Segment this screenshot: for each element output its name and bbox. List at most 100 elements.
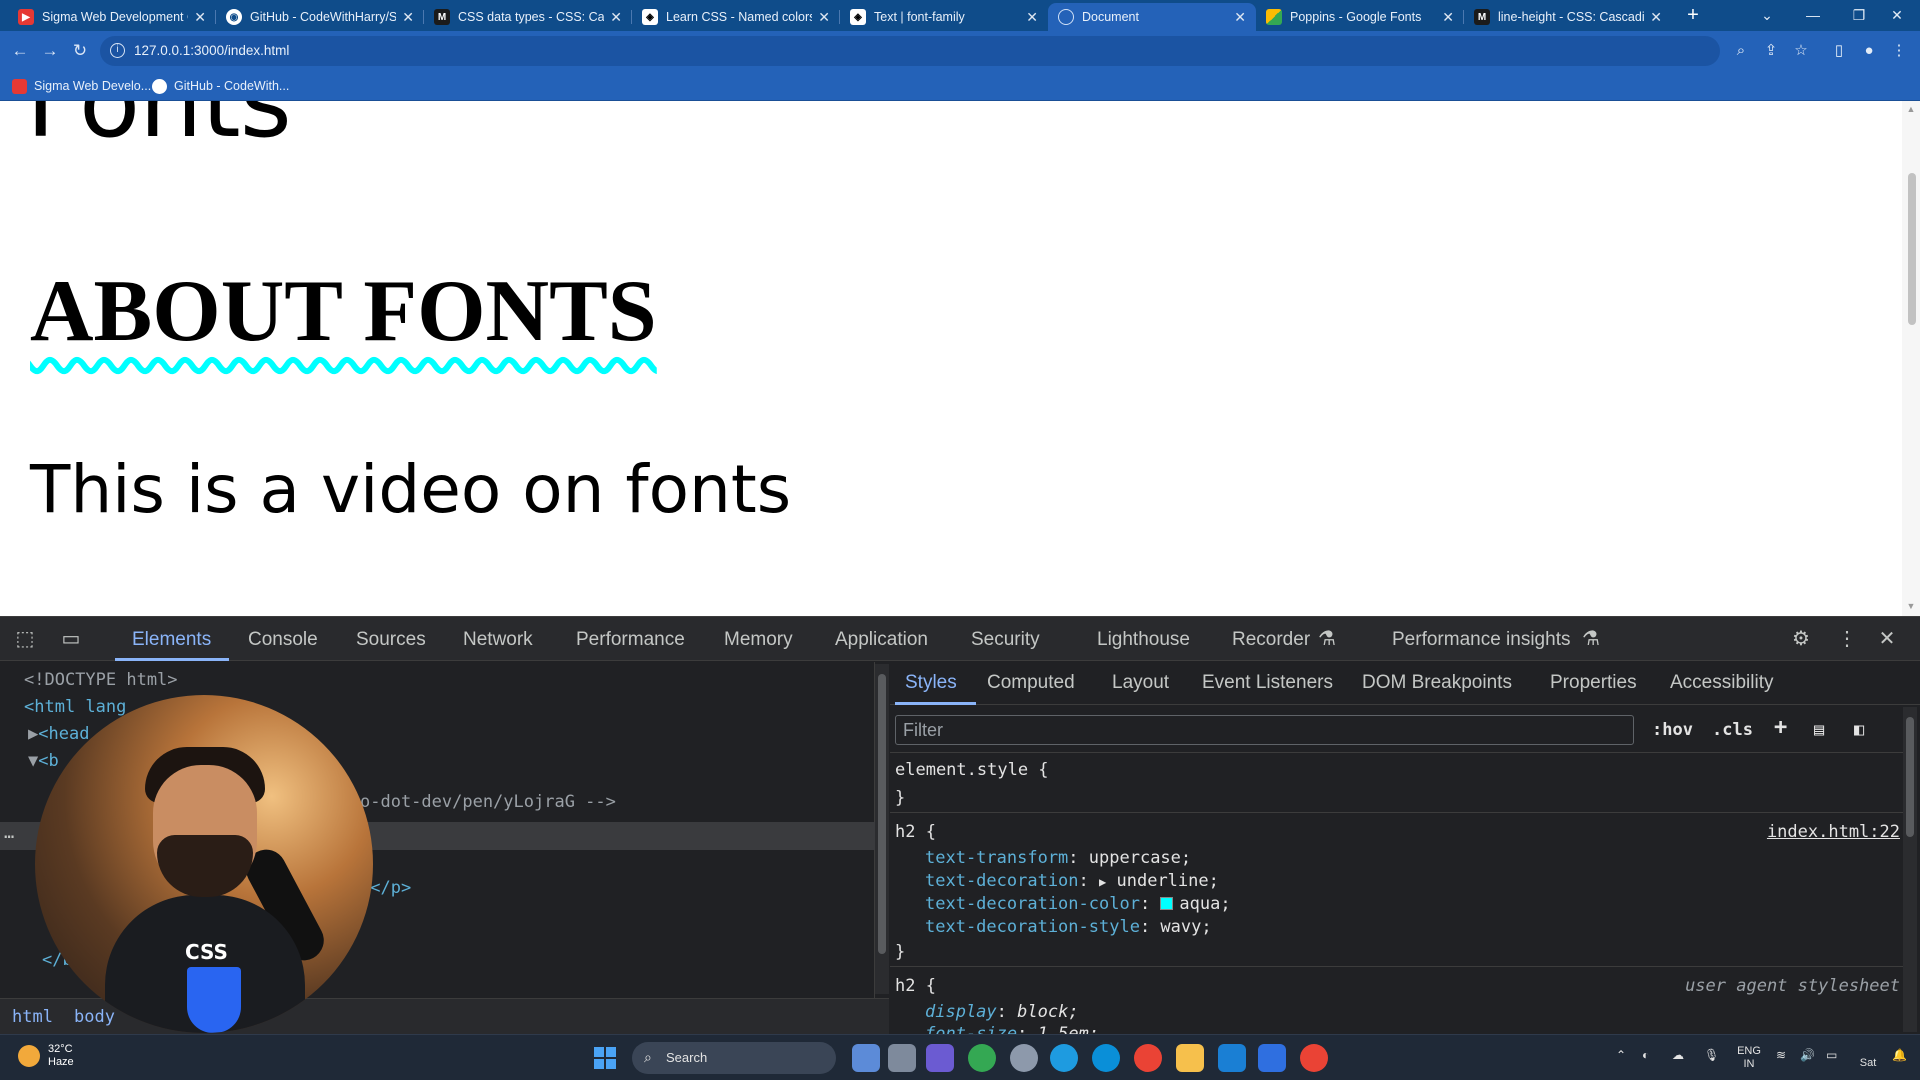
device-toolbar-icon[interactable]: ▭ bbox=[58, 627, 84, 651]
tab-css-data-types[interactable]: M CSS data types - CSS: Cascad ✕ bbox=[424, 3, 632, 31]
chrome-icon[interactable] bbox=[968, 1044, 996, 1072]
profile-icon[interactable]: ● bbox=[1858, 40, 1880, 62]
chrome-canary-icon[interactable] bbox=[1300, 1044, 1328, 1072]
breadcrumb-html[interactable]: html bbox=[12, 1007, 53, 1027]
more-icon[interactable]: … bbox=[4, 823, 14, 843]
task-view-icon[interactable] bbox=[888, 1044, 916, 1072]
notification-bell-icon[interactable]: 🔔 bbox=[1892, 1048, 1907, 1062]
taskbar-search[interactable]: ⌕ Search bbox=[632, 1042, 836, 1074]
scroll-down-icon[interactable]: ▼ bbox=[1906, 601, 1916, 611]
dom-node-body[interactable]: ▼<b bbox=[28, 751, 59, 771]
tab-line-height[interactable]: M line-height - CSS: Cascading ✕ bbox=[1464, 3, 1672, 31]
dom-node-comment[interactable]: o-dot-dev/pen/yLojraG --> bbox=[360, 792, 616, 812]
devtools-tab-security[interactable]: Security bbox=[971, 629, 1040, 651]
share-icon[interactable]: ⇪ bbox=[1760, 40, 1782, 62]
todo-icon[interactable] bbox=[1258, 1044, 1286, 1072]
info-icon[interactable]: i bbox=[110, 43, 125, 58]
scrollbar-thumb[interactable] bbox=[1906, 717, 1914, 837]
chrome-alt-icon[interactable] bbox=[1134, 1044, 1162, 1072]
devtools-tab-memory[interactable]: Memory bbox=[724, 629, 793, 651]
tab-github[interactable]: ◉ GitHub - CodeWithHarry/Sig ✕ bbox=[216, 3, 424, 31]
close-icon[interactable]: ✕ bbox=[1442, 9, 1454, 26]
microphone-icon[interactable]: 🎙 bbox=[1704, 1048, 1719, 1062]
tab-properties[interactable]: Properties bbox=[1550, 672, 1637, 694]
bookmark-github[interactable]: GitHub - CodeWith... bbox=[152, 77, 289, 95]
teams-icon[interactable] bbox=[926, 1044, 954, 1072]
inspect-element-icon[interactable]: ⬚ bbox=[12, 627, 38, 651]
close-icon[interactable]: ✕ bbox=[610, 9, 622, 26]
devtools-tab-lighthouse[interactable]: Lighthouse bbox=[1097, 629, 1190, 651]
tab-computed[interactable]: Computed bbox=[987, 672, 1075, 694]
styles-scrollbar[interactable] bbox=[1903, 707, 1917, 1032]
tab-sigma-web[interactable]: ▶ Sigma Web Development Co ✕ bbox=[8, 3, 216, 31]
skype-icon[interactable] bbox=[1092, 1044, 1120, 1072]
settings-icon[interactable] bbox=[1010, 1044, 1038, 1072]
decl-text-decoration-style[interactable]: text-decoration-style: wavy; bbox=[925, 917, 1212, 937]
forward-icon[interactable]: → bbox=[38, 39, 62, 63]
minimize-button[interactable]: — bbox=[1790, 0, 1836, 31]
scrollbar-thumb[interactable] bbox=[878, 674, 886, 954]
dom-node-head[interactable]: ▶<head bbox=[28, 724, 89, 744]
scroll-up-icon[interactable]: ▲ bbox=[1906, 104, 1916, 114]
scrollbar-thumb[interactable] bbox=[1908, 173, 1916, 325]
devtools-tab-elements[interactable]: Elements bbox=[132, 629, 211, 651]
close-icon[interactable]: ✕ bbox=[1026, 9, 1038, 26]
tab-named-colors[interactable]: ◈ Learn CSS - Named colors ✕ bbox=[632, 3, 840, 31]
reload-icon[interactable]: ↻ bbox=[68, 39, 92, 63]
tab-dom-breakpoints[interactable]: DOM Breakpoints bbox=[1362, 672, 1512, 694]
close-devtools-icon[interactable]: ✕ bbox=[1874, 627, 1900, 651]
battery-icon[interactable]: ▭ bbox=[1826, 1048, 1837, 1062]
file-explorer-icon[interactable] bbox=[1176, 1044, 1204, 1072]
cls-toggle[interactable]: .cls bbox=[1712, 720, 1753, 740]
devtools-tab-performance-insights[interactable]: Performance insights bbox=[1392, 629, 1570, 651]
dom-node-doctype[interactable]: <!DOCTYPE html> bbox=[24, 670, 178, 690]
toggle-sidebar-icon[interactable]: ◧ bbox=[1854, 720, 1864, 740]
decl-text-transform[interactable]: text-transform: uppercase; bbox=[925, 848, 1191, 868]
tab-document[interactable]: Document ✕ bbox=[1048, 3, 1256, 31]
settings-gear-icon[interactable]: ⚙ bbox=[1788, 627, 1814, 651]
weather-widget[interactable]: 32°C Haze bbox=[18, 1043, 74, 1069]
tab-layout[interactable]: Layout bbox=[1112, 672, 1169, 694]
tab-accessibility[interactable]: Accessibility bbox=[1670, 672, 1773, 694]
rule-source-link[interactable]: index.html:22 bbox=[1767, 822, 1900, 842]
onedrive-icon[interactable]: ☁ bbox=[1672, 1048, 1684, 1062]
decl-text-decoration-color[interactable]: text-decoration-color: aqua; bbox=[925, 894, 1231, 914]
side-panel-icon[interactable]: ▯ bbox=[1828, 40, 1850, 62]
volume-icon[interactable]: 🔊 bbox=[1800, 1048, 1815, 1062]
vscode-icon[interactable] bbox=[1218, 1044, 1246, 1072]
devtools-tab-console[interactable]: Console bbox=[248, 629, 318, 651]
new-tab-button[interactable]: + bbox=[1680, 4, 1706, 28]
bookmark-sigma-web[interactable]: Sigma Web Develo... bbox=[12, 77, 151, 95]
address-bar[interactable]: i 127.0.0.1:3000/index.html bbox=[100, 36, 1720, 66]
elements-scrollbar[interactable] bbox=[875, 664, 889, 994]
rule-h2-selector[interactable]: h2 { bbox=[895, 822, 936, 842]
tab-font-family[interactable]: ◈ Text | font-family ✕ bbox=[840, 3, 1048, 31]
close-icon[interactable]: ✕ bbox=[818, 9, 830, 26]
tab-search-icon[interactable]: ⌄ bbox=[1744, 0, 1790, 31]
close-icon[interactable]: ✕ bbox=[194, 9, 206, 26]
styles-filter-input[interactable]: Filter bbox=[895, 715, 1634, 745]
copilot-icon[interactable] bbox=[852, 1044, 880, 1072]
more-options-icon[interactable]: ⋮ bbox=[1834, 627, 1860, 651]
close-icon[interactable]: ✕ bbox=[1650, 9, 1662, 26]
rule-element-style[interactable]: element.style { bbox=[895, 760, 1049, 780]
devtools-tab-recorder[interactable]: Recorder bbox=[1232, 629, 1310, 651]
dom-node-html[interactable]: <html lang bbox=[24, 697, 126, 717]
hov-toggle[interactable]: :hov bbox=[1652, 720, 1693, 740]
rule-ua-selector[interactable]: h2 { bbox=[895, 976, 936, 996]
tab-event-listeners[interactable]: Event Listeners bbox=[1202, 672, 1333, 694]
language-indicator[interactable]: ENG IN bbox=[1732, 1045, 1766, 1071]
tab-styles[interactable]: Styles bbox=[905, 672, 957, 694]
wifi-icon[interactable]: ≋ bbox=[1776, 1048, 1786, 1062]
page-scrollbar[interactable]: ▲ ▼ bbox=[1902, 101, 1920, 616]
windows-start-icon[interactable] bbox=[594, 1047, 616, 1069]
devtools-tab-network[interactable]: Network bbox=[463, 629, 533, 651]
close-window-button[interactable]: ✕ bbox=[1874, 0, 1920, 31]
bookmark-star-icon[interactable]: ☆ bbox=[1790, 40, 1812, 62]
tray-chevron-icon[interactable]: ⌃ bbox=[1616, 1048, 1626, 1062]
close-icon[interactable]: ✕ bbox=[402, 9, 414, 26]
zoom-icon[interactable]: ⌕ bbox=[1730, 40, 1752, 62]
clock-day[interactable]: Sat bbox=[1848, 1057, 1888, 1070]
tray-app-icon[interactable]: ◐ bbox=[1642, 1048, 1649, 1062]
paint-icon[interactable]: ▤ bbox=[1814, 720, 1824, 740]
